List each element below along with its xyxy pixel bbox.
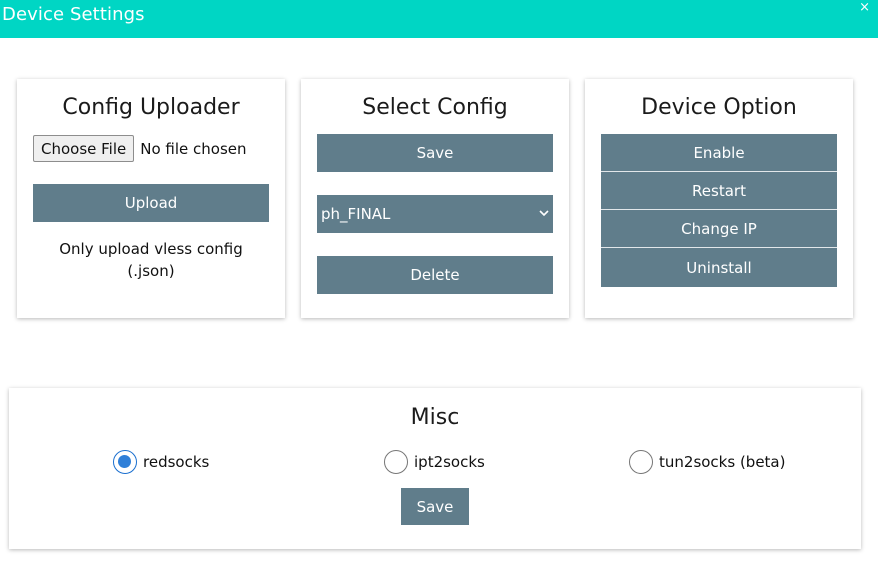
radio-redsocks[interactable]: redsocks	[113, 450, 209, 474]
radio-tun2socks[interactable]: tun2socks (beta)	[629, 450, 785, 474]
upload-note-line2: (.json)	[127, 262, 175, 280]
title-bar: Device Settings ×	[0, 0, 878, 38]
misc-title: Misc	[410, 405, 460, 430]
chevron-down-icon	[539, 210, 549, 217]
select-config-title: Select Config	[362, 95, 508, 120]
misc-save-button[interactable]: Save	[401, 488, 469, 525]
choose-file-button[interactable]: Choose File	[33, 135, 135, 162]
select-config-card: Select Config Save ph_FINAL Delete	[301, 79, 569, 318]
save-config-button[interactable]: Save	[317, 134, 553, 172]
radio-checked-icon[interactable]	[113, 450, 137, 474]
restart-button[interactable]: Restart	[601, 172, 837, 210]
file-input[interactable]: Choose File No file chosen	[33, 135, 247, 162]
upload-note-line1: Only upload vless config	[59, 240, 243, 258]
config-uploader-title: Config Uploader	[62, 95, 240, 120]
device-option-title: Device Option	[641, 95, 797, 120]
close-icon[interactable]: ×	[859, 1, 870, 15]
config-select[interactable]: ph_FINAL	[317, 195, 553, 233]
window-title: Device Settings	[2, 4, 145, 25]
enable-button[interactable]: Enable	[601, 134, 837, 172]
upload-button[interactable]: Upload	[33, 184, 269, 222]
radio-unchecked-icon[interactable]	[629, 450, 653, 474]
device-option-buttons: Enable Restart Change IP Uninstall	[601, 134, 837, 287]
uninstall-button[interactable]: Uninstall	[601, 248, 837, 287]
radio-ipt2socks-label: ipt2socks	[414, 453, 485, 471]
radio-tun2socks-label: tun2socks (beta)	[659, 453, 786, 471]
radio-ipt2socks[interactable]: ipt2socks	[384, 450, 485, 474]
change-ip-button[interactable]: Change IP	[601, 210, 837, 248]
misc-card: Misc redsocks ipt2socks tun2socks (beta)…	[9, 388, 861, 549]
radio-redsocks-label: redsocks	[143, 453, 210, 471]
delete-config-button[interactable]: Delete	[317, 256, 553, 294]
config-select-value: ph_FINAL	[321, 205, 391, 223]
device-option-card: Device Option Enable Restart Change IP U…	[585, 79, 853, 318]
file-status: No file chosen	[140, 139, 247, 158]
radio-unchecked-icon[interactable]	[384, 450, 408, 474]
config-uploader-card: Config Uploader Choose File No file chos…	[17, 79, 285, 318]
